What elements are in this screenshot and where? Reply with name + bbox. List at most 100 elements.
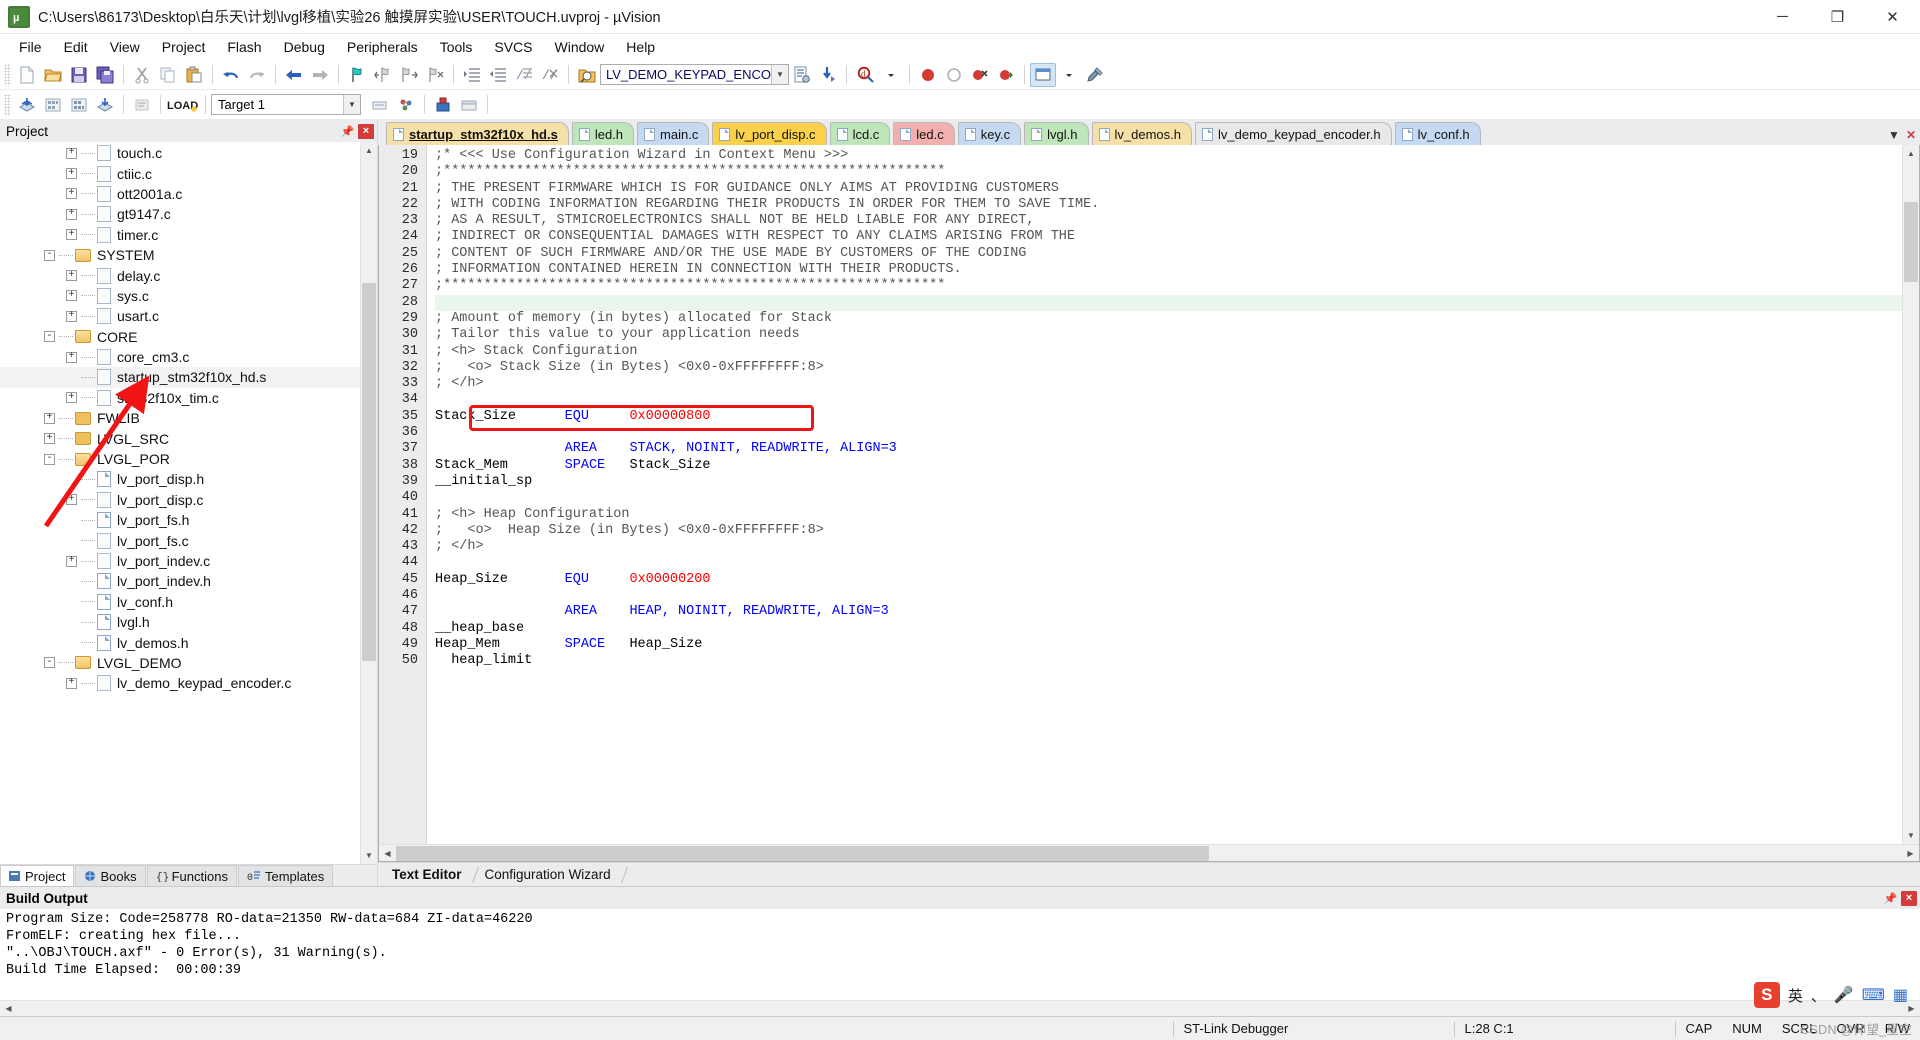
uncomment-icon[interactable]: // [537,63,563,87]
menu-edit[interactable]: Edit [53,36,99,58]
scroll-down-icon[interactable]: ▼ [361,847,377,864]
bookmark-toggle-icon[interactable] [344,63,370,87]
tree-item-lv-demos-h[interactable]: lv_demos.h [0,632,360,652]
tab-configuration-wizard[interactable]: Configuration Wizard [479,865,621,884]
comment-icon[interactable]: // [511,63,537,87]
menu-peripherals[interactable]: Peripherals [336,36,429,58]
collapse-icon[interactable]: - [44,331,55,343]
collapse-icon[interactable]: - [44,453,55,465]
configure-icon[interactable] [1082,63,1108,87]
grid-icon[interactable]: ▦ [1893,985,1908,1005]
chevron-down-icon[interactable]: ▼ [770,65,788,84]
code-line[interactable] [435,490,1902,506]
expand-icon[interactable]: + [66,188,77,200]
tree-item-core-cm3-c[interactable]: + core_cm3.c [0,347,360,367]
tree-item-lv-demo-keypad-encoder-c[interactable]: + lv_demo_keypad_encoder.c [0,673,360,693]
tree-item-touch-c[interactable]: + touch.c [0,143,360,163]
code-line[interactable]: ;* <<< Use Configuration Wizard in Conte… [435,148,1902,164]
insert-breakpoint-icon[interactable] [941,63,967,87]
scrollbar-track[interactable] [361,159,377,847]
scroll-left-icon[interactable]: ◀ [0,1000,17,1017]
tree-item-timer-c[interactable]: + timer.c [0,225,360,245]
code-line[interactable]: ; CONTENT OF SUCH FIRMWARE AND/OR THE US… [435,246,1902,262]
code-line[interactable]: AREA HEAP, NOINIT, READWRITE, ALIGN=3 [435,604,1902,620]
bookmark-prev-icon[interactable] [370,63,396,87]
keyboard-icon[interactable]: ⌨ [1862,985,1885,1005]
collapse-icon[interactable]: - [44,249,55,261]
tree-item-lv-port-disp-h[interactable]: lv_port_disp.h [0,469,360,489]
expand-icon[interactable]: + [66,147,77,159]
tree-item-lv-port-indev-c[interactable]: + lv_port_indev.c [0,551,360,571]
memory-map-icon[interactable] [456,93,482,117]
project-tree-scrollbar[interactable]: ▲ ▼ [360,142,377,864]
expand-icon[interactable]: + [66,229,77,241]
tree-item-lvgl-demo[interactable]: - LVGL_DEMO [0,653,360,673]
tree-item-lv-port-indev-h[interactable]: lv_port_indev.h [0,571,360,591]
code-line[interactable]: Heap_Size EQU 0x00000200 [435,572,1902,588]
tree-item-lvgl-src[interactable]: + LVGL_SRC [0,428,360,448]
start-debug-icon[interactable] [915,63,941,87]
scroll-left-icon[interactable]: ◀ [379,845,396,862]
debug-settings-icon[interactable] [430,93,456,117]
code-line[interactable] [435,425,1902,441]
code-line[interactable]: __initial_sp [435,474,1902,490]
tree-item-lvgl-por[interactable]: - LVGL_POR [0,449,360,469]
editor-tab-led-h[interactable]: led.h [571,122,635,145]
tree-item-core[interactable]: - CORE [0,327,360,347]
tree-item-system[interactable]: - SYSTEM [0,245,360,265]
code-line[interactable]: ; Tailor this value to your application … [435,327,1902,343]
editor-tab-lvgl-h[interactable]: lvgl.h [1024,122,1089,145]
minimize-button[interactable]: ─ [1755,0,1810,34]
code-line[interactable]: ; <o> Heap Size (in Bytes) <0x0-0xFFFFFF… [435,523,1902,539]
collapse-icon[interactable]: - [44,657,55,669]
batch-build-icon[interactable] [66,93,92,117]
code-line[interactable]: ; <h> Heap Configuration [435,507,1902,523]
kill-breakpoints-icon[interactable] [967,63,993,87]
load-icon[interactable]: LOAD [166,93,200,117]
target-select[interactable]: LV_DEMO_KEYPAD_ENCO ▼ [600,64,789,85]
tree-item-lvgl-h[interactable]: lvgl.h [0,612,360,632]
code-line[interactable]: Stack_Mem SPACE Stack_Size [435,458,1902,474]
code-line[interactable]: ;***************************************… [435,164,1902,180]
project-tree[interactable]: + touch.c + ctiic.c + ott2001a.c + gt9147.c + tim… [0,142,360,864]
scrollbar-track[interactable] [17,1000,1903,1017]
redo-icon[interactable] [244,63,270,87]
code-lines[interactable]: ;* <<< Use Configuration Wizard in Conte… [427,145,1902,844]
expand-icon[interactable]: + [66,494,77,506]
expand-icon[interactable]: + [66,290,77,302]
code-line[interactable]: ; <h> Stack Configuration [435,344,1902,360]
build-output-text[interactable]: Program Size: Code=258778 RO-data=21350 … [0,909,1920,1000]
tree-item-lv-port-fs-h[interactable]: lv_port_fs.h [0,510,360,530]
tree-item-startup-stm32f10x-hd-s[interactable]: startup_stm32f10x_hd.s [0,367,360,388]
new-file-icon[interactable] [14,63,40,87]
code-horizontal-scrollbar[interactable]: ◀ ▶ [379,844,1919,861]
close-icon[interactable]: ✕ [1906,128,1916,142]
expand-icon[interactable]: + [66,351,77,363]
scroll-up-icon[interactable]: ▲ [1903,145,1919,162]
code-line[interactable]: AREA STACK, NOINIT, READWRITE, ALIGN=3 [435,441,1902,457]
bookmark-clear-icon[interactable] [422,63,448,87]
indent-icon[interactable] [459,63,485,87]
pin-icon[interactable]: 📌 [1883,891,1898,906]
editor-tab-startup-stm32f10x-hd-s[interactable]: startup_stm32f10x_hd.s [386,122,569,145]
code-line[interactable]: ; Amount of memory (in bytes) allocated … [435,311,1902,327]
code-line[interactable]: ; </h> [435,376,1902,392]
window-layout-icon[interactable] [1029,62,1056,87]
tree-item-lv-conf-h[interactable]: lv_conf.h [0,592,360,612]
build-output-scrollbar[interactable]: ◀ ▶ [0,1000,1920,1016]
tab-templates[interactable]: 0 Templates [237,865,334,886]
manage-runtime-icon[interactable] [393,93,419,117]
scrollbar-track[interactable] [1903,162,1919,827]
code-line[interactable]: ; AS A RESULT, STMICROELECTRONICS SHALL … [435,213,1902,229]
sogou-logo-icon[interactable]: S [1753,982,1780,1008]
editor-tab-lv-demos-h[interactable]: lv_demos.h [1091,122,1192,145]
scrollbar-thumb[interactable] [362,282,376,662]
expand-icon[interactable]: + [66,168,77,180]
chevron-down-icon[interactable] [1056,63,1082,87]
tab-functions[interactable]: {} Functions [146,865,237,886]
scrollbar-thumb[interactable] [396,845,1210,861]
save-all-icon[interactable] [92,63,118,87]
expand-icon[interactable]: + [66,270,77,282]
code-line[interactable]: ; </h> [435,539,1902,555]
expand-icon[interactable]: + [66,392,77,404]
